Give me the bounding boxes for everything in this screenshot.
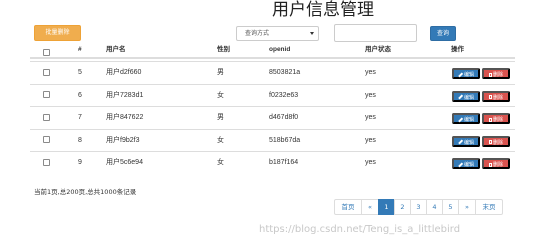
checkbox-box[interactable] [43,91,50,99]
pagination-page-4[interactable]: 4 [426,199,443,215]
cell-openid: b187f164 [269,159,299,166]
edit-label: 编辑 [463,94,474,101]
cell-username: 用户847622 [106,114,144,121]
cell-gender: 男 [217,114,224,121]
cell-openid: f0232e63 [269,91,299,99]
cell-username: 用户7283d1 [106,91,144,99]
delete-button[interactable]: 删除 [482,135,510,147]
header-gender: 性别 [217,46,230,53]
cell-id: 9 [78,159,82,166]
delete-label: 删除 [492,139,503,146]
delete-button[interactable]: 删除 [482,90,510,102]
delete-label: 删除 [492,117,503,123]
cell-id: 5 [78,69,82,76]
pagination-last[interactable]: 末页 [475,199,503,215]
edit-label: 编辑 [463,72,474,78]
delete-label: 删除 [492,162,503,168]
table-header: # 用户名 性别 openid 用户状态 操作 [30,40,515,59]
page-title: 用户信息管理 [272,0,374,20]
edit-label: 编辑 [463,139,474,146]
query-method-select[interactable]: 查询方式 [236,26,319,41]
cell-openid: 518b67da [269,136,301,144]
pagination-prev[interactable]: « [361,199,379,215]
edit-button[interactable]: 编辑 [452,113,480,124]
row-checkbox[interactable] [43,62,50,84]
edit-button[interactable]: 编辑 [452,135,480,147]
pagination-next[interactable]: » [458,199,476,215]
select-all-checkbox[interactable] [43,40,50,59]
batch-delete-button[interactable]: 批量删除 [34,25,81,41]
query-method-value: 查询方式 [245,30,270,37]
delete-button[interactable]: 删除 [482,68,510,79]
pencil-icon [458,139,463,145]
checkbox-box[interactable] [43,48,50,56]
delete-button[interactable]: 删除 [482,158,510,169]
chevron-down-icon [310,32,314,35]
table-row: 9 用户5c6e94 女 b187f164 yes 编辑 删除 [30,151,515,173]
cell-gender: 女 [217,159,224,166]
trash-icon [488,140,492,144]
edit-button[interactable]: 编辑 [452,68,480,79]
table-row: 6 用户7283d1 女 f0232e63 yes 编辑 删除 [30,83,515,107]
pagination: 首页 «1 2 3 4 5» 末页 [334,199,503,215]
cell-openid: 8503821a [269,69,301,76]
header-id: # [78,46,82,53]
header-actions: 操作 [451,46,464,53]
page-info: 当前1页,总200页,总共1000条记录 [34,188,137,196]
cell-username: 用户5c6e94 [106,159,143,166]
cell-gender: 男 [217,69,224,76]
watermark: https://blog.csdn.net/Teng_is_a_littlebi… [259,224,461,235]
pencil-icon [458,117,463,122]
pencil-icon [458,162,463,167]
header-username: 用户名 [106,46,126,53]
table-row: 5 用户d2f660 男 8503821a yes 编辑 删除 [30,61,515,83]
query-button[interactable]: 查询 [430,26,456,41]
delete-button[interactable]: 删除 [482,113,510,124]
pagination-page-3[interactable]: 3 [410,199,427,215]
edit-label: 编辑 [463,117,474,123]
cell-status: yes [365,69,376,76]
trash-icon [488,95,492,99]
pagination-page-5[interactable]: 5 [442,199,459,215]
cell-username: 用户d2f660 [106,69,142,76]
row-checkbox[interactable] [43,130,50,152]
cell-id: 8 [78,136,82,144]
checkbox-box[interactable] [43,68,50,76]
trash-icon [488,72,492,77]
cell-status: yes [365,159,376,166]
edit-button[interactable]: 编辑 [452,90,480,102]
cell-gender: 女 [217,136,224,144]
row-checkbox[interactable] [43,152,50,174]
delete-label: 删除 [492,72,503,78]
pagination-page-1[interactable]: 1 [378,199,395,215]
cell-status: yes [365,91,376,99]
cell-status: yes [365,136,376,144]
row-checkbox[interactable] [43,107,50,129]
trash-icon [488,162,492,167]
edit-button[interactable]: 编辑 [452,158,480,169]
edit-label: 编辑 [463,162,474,168]
pencil-icon [458,94,463,100]
checkbox-box[interactable] [43,113,50,121]
header-openid: openid [269,46,291,53]
row-checkbox[interactable] [43,85,50,107]
cell-id: 6 [78,91,82,99]
pagination-page-2[interactable]: 2 [394,199,411,215]
pagination-first[interactable]: 首页 [334,199,362,215]
cell-status: yes [365,114,376,121]
cell-username: 用户f9b2f3 [106,136,140,144]
table-row: 7 用户847622 男 d467d8f0 yes 编辑 删除 [30,106,515,128]
cell-id: 7 [78,114,82,121]
trash-icon [488,117,492,122]
cell-gender: 女 [217,91,224,99]
table-row: 8 用户f9b2f3 女 518b67da yes 编辑 删除 [30,128,515,152]
checkbox-box[interactable] [43,136,50,144]
pencil-icon [458,72,463,77]
delete-label: 删除 [492,94,503,101]
header-status: 用户状态 [365,46,391,53]
cell-openid: d467d8f0 [269,114,299,121]
checkbox-box[interactable] [43,158,50,166]
